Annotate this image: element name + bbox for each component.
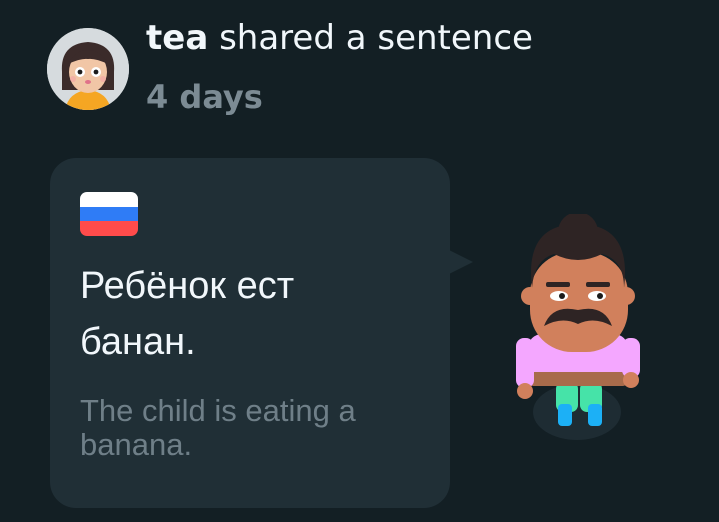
activity-action-text: shared a sentence [208, 18, 533, 58]
sentence-card[interactable]: Ребёнок ест банан. The child is eating a… [50, 158, 450, 508]
activity-title: tea shared a sentence [146, 16, 533, 60]
character-illustration [508, 212, 648, 454]
oscar-character-icon [516, 212, 640, 440]
russia-flag-icon [80, 192, 138, 236]
avatar-illustration-icon [47, 28, 129, 110]
user-avatar[interactable] [47, 28, 129, 110]
activity-timestamp: 4 days [146, 78, 263, 116]
username-link[interactable]: tea [146, 18, 208, 58]
shared-sentence: Ребёнок ест банан. [80, 265, 295, 363]
sentence-translation: The child is eating a banana. [80, 393, 356, 462]
activity-header: tea shared a sentence 4 days [146, 16, 533, 116]
